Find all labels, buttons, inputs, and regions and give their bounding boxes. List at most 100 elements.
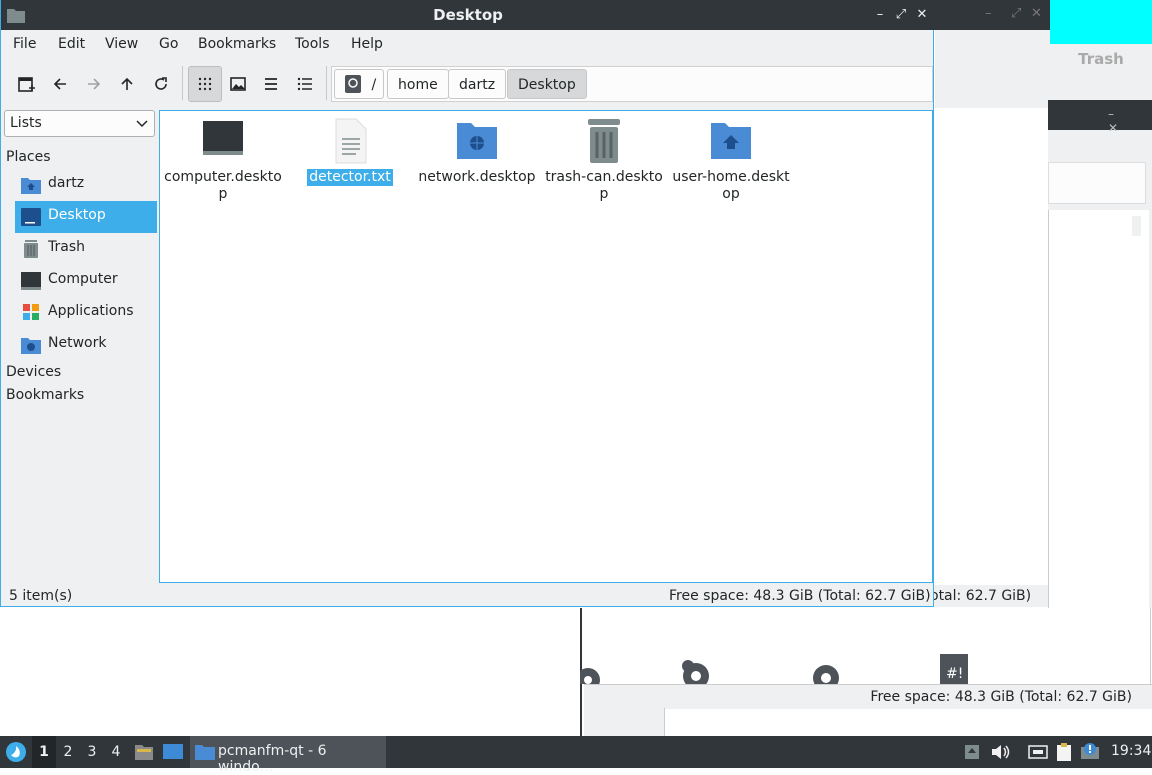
- background-statusbar: Free space: 48.3 GiB (Total: 62.7 GiB): [584, 684, 1152, 709]
- folder-icon: [195, 745, 215, 760]
- sidebar-item-network[interactable]: Network: [15, 329, 157, 361]
- file-item[interactable]: user-home.desktop: [671, 117, 791, 203]
- workspace-1[interactable]: 1: [32, 736, 56, 768]
- path-crumb-desktop[interactable]: Desktop: [507, 69, 587, 99]
- trash-window-title: Trash: [1050, 44, 1152, 74]
- forward-icon[interactable]: [82, 72, 106, 96]
- file-manager-launcher-icon[interactable]: [134, 742, 154, 762]
- network-status-icon[interactable]: [1028, 743, 1048, 761]
- reload-icon[interactable]: [149, 72, 173, 96]
- sidebar-item-label: dartz: [48, 175, 85, 191]
- volume-icon[interactable]: [990, 743, 1010, 761]
- background-pathbar: [1048, 162, 1146, 204]
- close-button[interactable]: ✕: [913, 6, 931, 24]
- toolbar-separator: [326, 66, 327, 100]
- menu-file[interactable]: File: [13, 36, 36, 52]
- minimize-icon[interactable]: –: [985, 6, 992, 21]
- free-space-label: Free space: 48.3 GiB (Total: 62.7 GiB): [870, 689, 1132, 705]
- text-file-icon: [335, 118, 367, 164]
- chevron-down-icon: [136, 120, 148, 128]
- sidebar-item-label: Applications: [48, 303, 134, 319]
- maximize-button[interactable]: ⤢: [892, 6, 910, 24]
- compact-view-icon[interactable]: [259, 72, 283, 96]
- eject-icon[interactable]: [962, 743, 982, 761]
- start-menu-icon[interactable]: [5, 741, 27, 763]
- trash-icon: [588, 119, 620, 163]
- devices-heading[interactable]: Devices: [6, 364, 61, 380]
- network-folder-icon: [457, 123, 497, 159]
- sidebar-item-applications[interactable]: Applications: [15, 297, 157, 329]
- file-name: user-home.desktop: [672, 169, 790, 202]
- workspace-4[interactable]: 4: [104, 736, 128, 768]
- applications-icon: [23, 304, 39, 320]
- computer-icon: [203, 121, 243, 155]
- new-window-icon[interactable]: [15, 72, 39, 96]
- path-crumb-home[interactable]: home: [387, 69, 449, 99]
- thumbnail-view-icon[interactable]: [226, 72, 250, 96]
- file-manager-window: Desktop – ⤢ ✕ File Edit View Go Bookmark…: [0, 0, 935, 607]
- svg-text:#!: #!: [946, 666, 963, 682]
- trash-icon: [24, 240, 38, 258]
- menu-go[interactable]: Go: [159, 36, 178, 52]
- taskbar: 1 2 3 4 pcmanfm-qt - 6 windo… 19:34: [0, 736, 1152, 775]
- background-highlight: [1050, 0, 1152, 44]
- free-space-label: Free space: 48.3 GiB (Total: 62.7 GiB): [669, 588, 931, 604]
- file-name: network.desktop: [418, 169, 536, 185]
- window-controls[interactable]: – ✕: [1108, 107, 1152, 135]
- file-item-selected[interactable]: detector.txt: [290, 117, 410, 186]
- background-file-view: [1048, 210, 1149, 608]
- clock[interactable]: 19:34: [1111, 743, 1151, 759]
- background-file-view: #!: [580, 608, 1151, 684]
- workspace-3[interactable]: 3: [80, 736, 104, 768]
- sidebar-item-label: Computer: [48, 271, 118, 287]
- up-icon[interactable]: [115, 72, 139, 96]
- icon-view-icon[interactable]: [188, 66, 222, 102]
- toolbar-separator: [182, 66, 183, 100]
- scrollbar-handle[interactable]: [1132, 216, 1141, 236]
- sidebar-item-label: Network: [48, 335, 107, 351]
- background-panel: [584, 708, 665, 736]
- bookmarks-heading[interactable]: Bookmarks: [6, 387, 84, 403]
- sidebar-item-dartz[interactable]: dartz: [15, 169, 157, 201]
- titlebar[interactable]: Desktop – ⤢ ✕: [1, 0, 935, 30]
- menu-bookmarks[interactable]: Bookmarks: [198, 36, 276, 52]
- network-icon: [21, 338, 41, 354]
- notification-icon[interactable]: [1080, 743, 1100, 761]
- path-bar: / home dartz Desktop: [331, 66, 933, 102]
- path-root-button[interactable]: /: [334, 69, 384, 99]
- menu-edit[interactable]: Edit: [58, 36, 85, 52]
- back-icon[interactable]: [48, 72, 72, 96]
- detailed-list-view-icon[interactable]: [293, 72, 317, 96]
- task-label: pcmanfm-qt - 6 windo…: [218, 743, 327, 775]
- minimize-button[interactable]: –: [871, 6, 889, 24]
- sidebar-mode-value: Lists: [10, 115, 42, 131]
- path-crumb-dartz[interactable]: dartz: [448, 69, 507, 99]
- menu-tools[interactable]: Tools: [295, 36, 330, 52]
- close-icon[interactable]: ✕: [1031, 6, 1042, 21]
- sidebar-item-computer[interactable]: Computer: [15, 265, 157, 297]
- sidebar-item-trash[interactable]: Trash: [15, 233, 157, 265]
- item-count: 5 item(s): [9, 588, 73, 604]
- computer-icon: [21, 272, 41, 290]
- menu-help[interactable]: Help: [351, 36, 383, 52]
- file-name: trash-can.desktop: [545, 169, 663, 202]
- task-pcmanfm[interactable]: pcmanfm-qt - 6 windo…: [190, 736, 386, 775]
- show-desktop-icon[interactable]: [162, 742, 184, 762]
- gear-icon: [682, 660, 709, 684]
- clipboard-icon[interactable]: [1054, 743, 1074, 761]
- file-view[interactable]: computer.desktop detector.txt network.de…: [159, 110, 933, 583]
- toolbar: / home dartz Desktop: [1, 62, 933, 106]
- sidebar-item-desktop[interactable]: Desktop: [15, 201, 157, 233]
- maximize-icon[interactable]: ⤢: [1011, 6, 1021, 21]
- desktop-icon: [21, 208, 41, 226]
- background-window-lower: #! Free space: 48.3 GiB (Total: 62.7 GiB…: [580, 608, 1152, 736]
- file-item[interactable]: network.desktop: [417, 117, 537, 186]
- file-item[interactable]: computer.desktop: [163, 117, 283, 203]
- sidebar-mode-select[interactable]: Lists: [4, 110, 155, 137]
- sidebar-item-label: Trash: [48, 239, 85, 255]
- file-item[interactable]: trash-can.desktop: [544, 117, 664, 203]
- menu-view[interactable]: View: [105, 36, 138, 52]
- places-heading[interactable]: Places: [6, 149, 51, 165]
- workspace-2[interactable]: 2: [56, 736, 80, 768]
- background-titlebar: – ✕: [1048, 100, 1152, 135]
